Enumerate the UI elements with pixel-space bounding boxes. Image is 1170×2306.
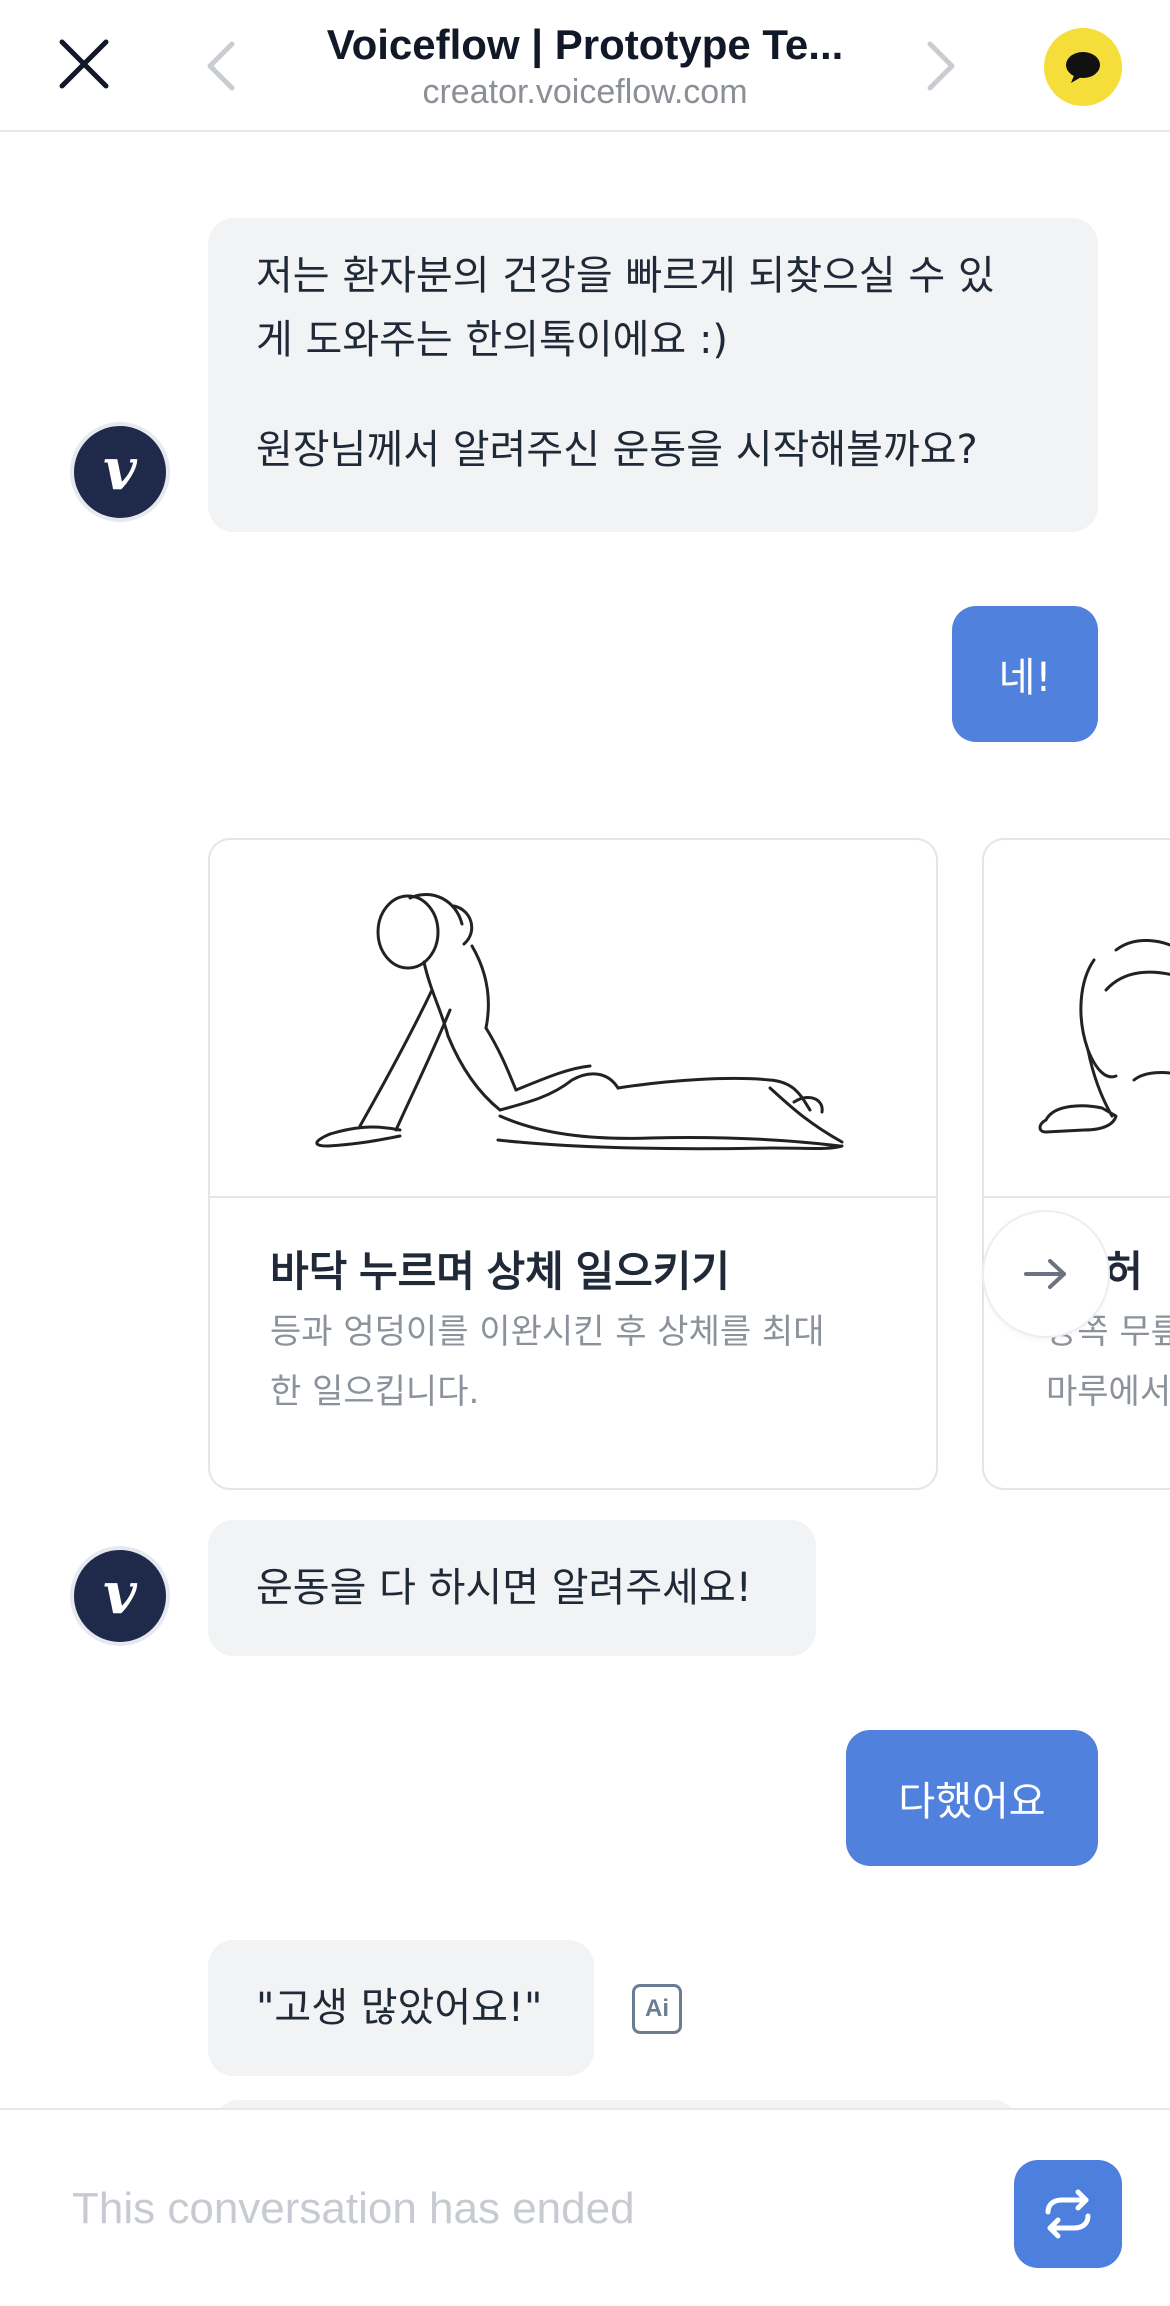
avatar-letter: v <box>103 435 137 503</box>
browser-top-bar: Voiceflow | Prototype Te... creator.voic… <box>0 0 1170 132</box>
bot-avatar: v <box>70 422 170 522</box>
avatar-letter: v <box>103 1559 137 1627</box>
chat-bubble-icon <box>1066 52 1100 83</box>
exercise-card[interactable]: 한 허 양쪽 무릎 마루에서 <box>982 838 1170 1490</box>
card-description-line: 한 일으킵니다. <box>270 1372 480 1412</box>
ai-generated-badge: Ai <box>632 1984 682 2034</box>
user-message-text: 네! <box>998 655 1052 701</box>
card-description: 등과 엉덩이를 이완시킨 후 상체를 최대 한 일으킵니다. <box>270 1302 890 1422</box>
bot-message: "고생 많았어요!" <box>208 1940 594 2076</box>
close-icon[interactable] <box>56 36 112 92</box>
chat-input-bar: This conversation has ended <box>0 2108 1170 2306</box>
page-title: Voiceflow | Prototype Te... <box>326 21 844 68</box>
restart-conversation-button[interactable] <box>1014 2160 1122 2268</box>
voiceflow-chat-screen: Voiceflow | Prototype Te... creator.voic… <box>0 0 1170 2306</box>
back-arrow-icon[interactable] <box>200 40 244 92</box>
user-message: 네! <box>952 606 1098 742</box>
bot-message: 저는 환자분의 건강을 빠르게 되찾으실 수 있 게 도와주는 한의톡이에요 :… <box>208 218 1098 532</box>
user-message: 다했어요 <box>846 1730 1098 1866</box>
card-description-line: 마루에서 <box>1046 1372 1170 1412</box>
chat-transcript[interactable]: 저는 환자분의 건강을 빠르게 되찾으실 수 있 게 도와주는 한의톡이에요 :… <box>0 134 1170 2108</box>
bot-message-partial <box>216 2100 1016 2108</box>
arrow-right-icon <box>1024 1259 1066 1289</box>
carousel-next-button[interactable] <box>982 1210 1110 1338</box>
conversation-ended-text: This conversation has ended <box>72 2184 635 2233</box>
exercise-card[interactable]: 바닥 누르며 상체 일으키기 등과 엉덩이를 이완시킨 후 상체를 최대 한 일… <box>208 838 938 1490</box>
page-url: creator.voiceflow.com <box>422 73 748 111</box>
bot-message-line: 게 도와주는 한의톡이에요 :) <box>256 317 729 363</box>
page-title-block: Voiceflow | Prototype Te... creator.voic… <box>270 18 900 112</box>
bot-message-line: 원장님께서 알려주신 운동을 시작해볼까요? <box>256 427 978 473</box>
bot-message-spacer <box>256 372 1050 418</box>
user-message-text: 다했어요 <box>898 1779 1046 1825</box>
card-description-line: 등과 엉덩이를 이완시킨 후 상체를 최대 <box>270 1312 825 1352</box>
bot-message: 운동을 다 하시면 알려주세요! <box>208 1520 816 1656</box>
forward-arrow-icon[interactable] <box>918 40 962 92</box>
bot-message-text: "고생 많았어요!" <box>256 1985 543 2031</box>
bot-message-line: 저는 환자분의 건강을 빠르게 되찾으실 수 있 <box>256 253 995 299</box>
chat-bubble-button[interactable] <box>1044 28 1122 106</box>
card-title: 바닥 누르며 상체 일으키기 <box>270 1248 731 1295</box>
exercise-illustration-knee <box>984 840 1170 1198</box>
bot-avatar: v <box>70 1546 170 1646</box>
exercise-illustration-cobra <box>210 840 936 1198</box>
repeat-icon <box>1045 2189 1091 2239</box>
bot-message-text: 운동을 다 하시면 알려주세요! <box>256 1565 752 1611</box>
